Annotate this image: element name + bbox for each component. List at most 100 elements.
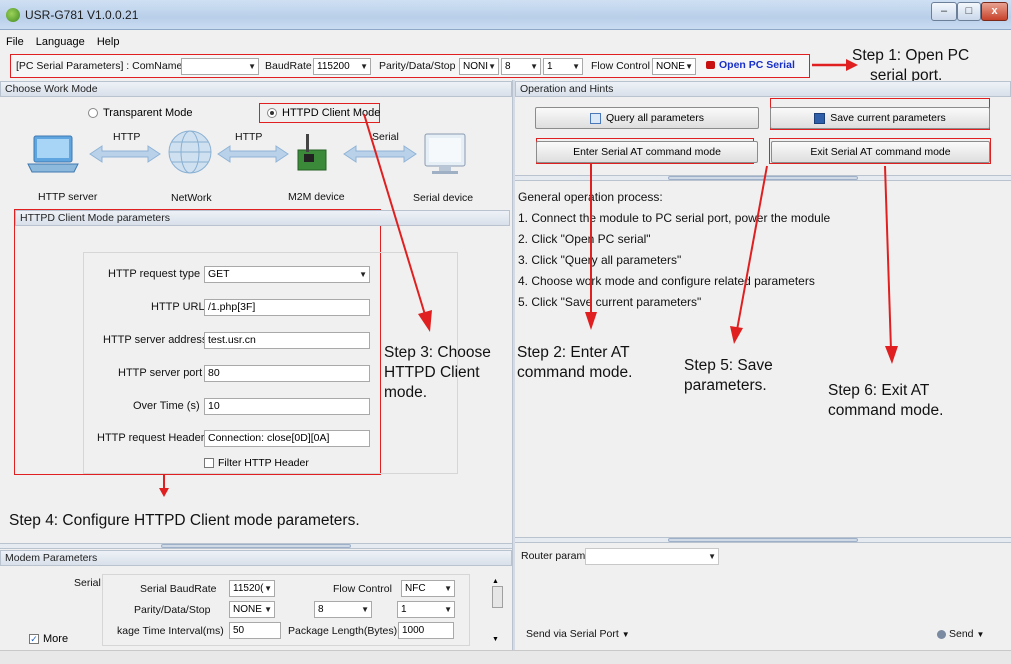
step6-line2: command mode. bbox=[828, 402, 944, 419]
title-bar: USR-G781 V1.0.0.21 – □ x bbox=[0, 0, 1011, 30]
step4-annotation: Step 4: Configure HTTPD Client mode para… bbox=[9, 512, 360, 529]
modem-pkt-interval-input[interactable]: 50 bbox=[229, 622, 281, 639]
modem-baud-select[interactable]: 11520(▼ bbox=[229, 580, 275, 597]
http-server-label: HTTP server bbox=[38, 191, 98, 203]
more-label: More bbox=[43, 633, 69, 645]
close-button[interactable]: x bbox=[981, 2, 1008, 21]
router-params-label: Router params bbox=[521, 550, 591, 562]
pc-serial-params-row: [PC Serial Parameters] : ComName ▼ BaudR… bbox=[10, 54, 810, 78]
splitter-grip[interactable] bbox=[668, 538, 858, 542]
step-arrows-right bbox=[585, 164, 898, 364]
step3-line3: mode. bbox=[384, 384, 428, 401]
modem-scrollbar[interactable]: ▲ ▼ bbox=[491, 572, 504, 648]
request-type-label: HTTP request type bbox=[108, 268, 201, 280]
send-via-dropdown[interactable]: Send via Serial Port ▼ bbox=[526, 628, 630, 640]
modem-databits-value: 8 bbox=[318, 604, 324, 615]
more-checkbox[interactable]: ✓ More bbox=[29, 633, 68, 645]
flow-control-value: NONE bbox=[656, 61, 685, 72]
open-pc-serial-button[interactable]: Open PC Serial bbox=[706, 59, 795, 71]
baudrate-label: BaudRate bbox=[265, 60, 312, 72]
server-port-input[interactable]: 80 bbox=[204, 365, 370, 382]
work-mode-header: Choose Work Mode bbox=[0, 81, 512, 97]
router-params-select[interactable]: ▼ bbox=[585, 548, 719, 565]
chevron-down-icon: ▼ bbox=[685, 62, 693, 71]
url-label: HTTP URL bbox=[151, 301, 205, 313]
modem-databits-select[interactable]: 8 ▼ bbox=[314, 601, 372, 618]
overtime-label: Over Time (s) bbox=[133, 400, 200, 412]
maximize-button[interactable]: □ bbox=[957, 2, 981, 21]
step6-annotation: Step 6: Exit AT command mode. bbox=[828, 381, 943, 421]
splitter-grip[interactable] bbox=[161, 544, 351, 548]
step3-line1: Step 3: Choose bbox=[384, 344, 491, 361]
scroll-down-icon[interactable]: ▼ bbox=[492, 636, 499, 643]
chevron-down-icon: ▼ bbox=[444, 584, 452, 593]
minimize-button[interactable]: – bbox=[931, 2, 957, 21]
m2m-device-icon bbox=[297, 134, 327, 171]
modem-pkt-len-label: Package Length(Bytes) bbox=[288, 625, 398, 637]
chevron-down-icon: ▼ bbox=[444, 605, 452, 614]
modem-stopbits-select[interactable]: 1 ▼ bbox=[397, 601, 455, 618]
scroll-up-icon[interactable]: ▲ bbox=[492, 578, 499, 585]
chevron-down-icon: ▼ bbox=[264, 605, 272, 614]
server-address-label: HTTP server address bbox=[103, 334, 208, 346]
modem-stopbits-value: 1 bbox=[401, 604, 407, 615]
chevron-down-icon: ▼ bbox=[488, 62, 496, 71]
checkbox-checked-icon: ✓ bbox=[29, 634, 39, 645]
modem-flow-value: NFC bbox=[405, 583, 426, 594]
server-address-input[interactable]: test.usr.cn bbox=[204, 332, 370, 349]
step2-line2: command mode. bbox=[517, 364, 633, 381]
menu-help[interactable]: Help bbox=[97, 36, 120, 48]
comname-select[interactable]: ▼ bbox=[181, 58, 259, 75]
radio-selected-icon bbox=[267, 108, 277, 119]
step1-annotation: Step 1: Open PC serial port. bbox=[852, 46, 969, 86]
modem-params-header: Modem Parameters bbox=[0, 550, 512, 566]
modem-flow-select[interactable]: NFC ▼ bbox=[401, 580, 455, 597]
filter-header-label: Filter HTTP Header bbox=[218, 457, 309, 469]
chevron-down-icon: ▼ bbox=[530, 62, 538, 71]
step5-line2: parameters. bbox=[684, 377, 767, 394]
radio-unselected-icon bbox=[88, 108, 98, 119]
modem-baud-value: 11520( bbox=[233, 583, 264, 594]
filter-header-checkbox[interactable]: Filter HTTP Header bbox=[204, 457, 309, 469]
request-header-input[interactable]: Connection: close[0D][0A] bbox=[204, 430, 370, 447]
left-splitter[interactable] bbox=[0, 543, 512, 549]
flow-control-select[interactable]: NONE ▼ bbox=[652, 58, 696, 75]
send-button[interactable]: Send ▼ bbox=[937, 628, 984, 640]
chevron-down-icon: ▼ bbox=[361, 605, 369, 614]
flow-control-label: Flow Control bbox=[591, 60, 650, 72]
step2-annotation: Step 2: Enter AT command mode. bbox=[517, 343, 632, 383]
parity-label: Parity/Data/Stop bbox=[379, 60, 456, 72]
modem-parity-label: Parity/Data/Stop bbox=[134, 604, 211, 616]
send-via-label: Send via Serial Port bbox=[526, 628, 619, 640]
chevron-down-icon: ▼ bbox=[264, 584, 272, 593]
step3-arrow bbox=[363, 113, 432, 332]
step3-annotation: Step 3: Choose HTTPD Client mode. bbox=[384, 343, 491, 403]
right-bottom-splitter[interactable] bbox=[515, 537, 1011, 543]
request-header-label: HTTP request Header bbox=[97, 432, 205, 444]
overtime-input[interactable]: 10 bbox=[204, 398, 370, 415]
open-pc-serial-label: Open PC Serial bbox=[719, 59, 795, 71]
parity-value: NONI bbox=[463, 61, 488, 72]
stop-indicator-icon bbox=[706, 61, 715, 70]
menu-file[interactable]: File bbox=[6, 36, 24, 48]
baudrate-select[interactable]: 115200 ▼ bbox=[313, 58, 371, 75]
baudrate-value: 115200 bbox=[317, 61, 350, 72]
modem-serial-label: Serial bbox=[74, 577, 101, 589]
stopbits-select[interactable]: 1 ▼ bbox=[543, 58, 583, 75]
modem-flow-label: Flow Control bbox=[333, 583, 392, 595]
scroll-thumb[interactable] bbox=[492, 586, 503, 608]
databits-value: 8 bbox=[505, 61, 511, 72]
menu-language[interactable]: Language bbox=[36, 36, 85, 48]
databits-select[interactable]: 8 ▼ bbox=[501, 58, 541, 75]
request-type-select[interactable]: GET ▼ bbox=[204, 266, 370, 283]
send-area[interactable] bbox=[515, 566, 1011, 626]
parity-select[interactable]: NONI ▼ bbox=[459, 58, 499, 75]
modem-pkt-interval-label: kage Time Interval(ms) bbox=[117, 625, 224, 637]
url-input[interactable]: /1.php[3F] bbox=[204, 299, 370, 316]
modem-pkt-len-input[interactable]: 1000 bbox=[398, 622, 454, 639]
chevron-down-icon: ▼ bbox=[360, 62, 368, 71]
window-title: USR-G781 V1.0.0.21 bbox=[25, 8, 139, 22]
transparent-mode-radio[interactable]: Transparent Mode bbox=[88, 107, 192, 119]
modem-parity-select[interactable]: NONE ▼ bbox=[229, 601, 275, 618]
server-port-label: HTTP server port bbox=[118, 367, 203, 379]
